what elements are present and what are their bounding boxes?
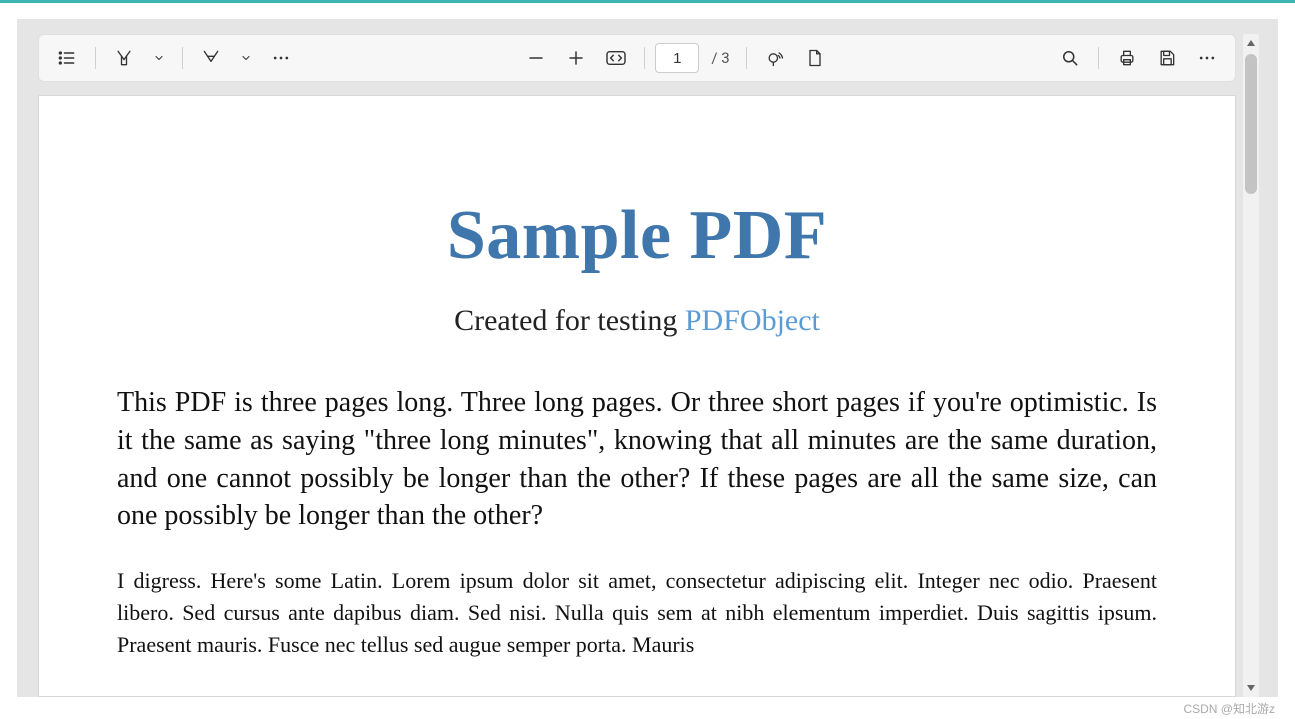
scroll-down-button[interactable] (1243, 679, 1259, 697)
chevron-down-icon (153, 52, 165, 64)
marker-icon (114, 48, 134, 68)
plus-icon (567, 49, 585, 67)
fit-width-button[interactable] (598, 40, 634, 76)
outline-button[interactable] (49, 40, 85, 76)
minus-icon (527, 49, 545, 67)
watermark: CSDN @知北游z (1183, 700, 1275, 717)
read-aloud-icon (765, 48, 785, 68)
save-button[interactable] (1149, 40, 1185, 76)
read-aloud-button[interactable] (757, 40, 793, 76)
draw-tool-dropdown[interactable] (146, 40, 172, 76)
pdf-page: Sample PDF Created for testing PDFObject… (38, 95, 1236, 697)
page-number-input[interactable] (655, 43, 699, 73)
ellipsis-icon (271, 48, 291, 68)
separator (746, 47, 747, 69)
print-icon (1117, 48, 1137, 68)
separator (1098, 47, 1099, 69)
fit-width-icon (605, 49, 627, 67)
viewer-frame: / 3 Sample PDF Created for testing PDFOb (17, 19, 1278, 697)
paragraph-1: This PDF is three pages long. Three long… (117, 384, 1157, 535)
page-view-icon (805, 48, 825, 68)
separator (95, 47, 96, 69)
search-icon (1060, 48, 1080, 68)
vertical-scrollbar[interactable] (1243, 34, 1259, 697)
search-button[interactable] (1052, 40, 1088, 76)
highlighter-icon (201, 48, 221, 68)
print-button[interactable] (1109, 40, 1145, 76)
list-icon (57, 48, 77, 68)
zoom-out-button[interactable] (518, 40, 554, 76)
caret-down-icon (1246, 683, 1256, 693)
caret-up-icon (1246, 38, 1256, 48)
page-total-label: / 3 (711, 49, 729, 67)
ellipsis-icon (1197, 48, 1217, 68)
page-view-button[interactable] (797, 40, 833, 76)
highlight-tool-button[interactable] (193, 40, 229, 76)
separator (644, 47, 645, 69)
draw-tool-button[interactable] (106, 40, 142, 76)
highlight-tool-dropdown[interactable] (233, 40, 259, 76)
pdf-toolbar: / 3 (38, 34, 1236, 82)
subtitle-link[interactable]: PDFObject (685, 304, 820, 337)
separator (182, 47, 183, 69)
save-icon (1157, 48, 1177, 68)
document-viewport[interactable]: Sample PDF Created for testing PDFObject… (38, 95, 1236, 697)
chevron-down-icon (240, 52, 252, 64)
scroll-thumb[interactable] (1245, 54, 1257, 194)
subtitle-text: Created for testing (454, 304, 685, 337)
scroll-up-button[interactable] (1243, 34, 1259, 52)
more-menu-button[interactable] (1189, 40, 1225, 76)
zoom-in-button[interactable] (558, 40, 594, 76)
more-tools-button[interactable] (263, 40, 299, 76)
document-title: Sample PDF (117, 196, 1157, 276)
paragraph-2: I digress. Here's some Latin. Lorem ipsu… (117, 565, 1157, 661)
document-subtitle: Created for testing PDFObject (117, 304, 1157, 338)
